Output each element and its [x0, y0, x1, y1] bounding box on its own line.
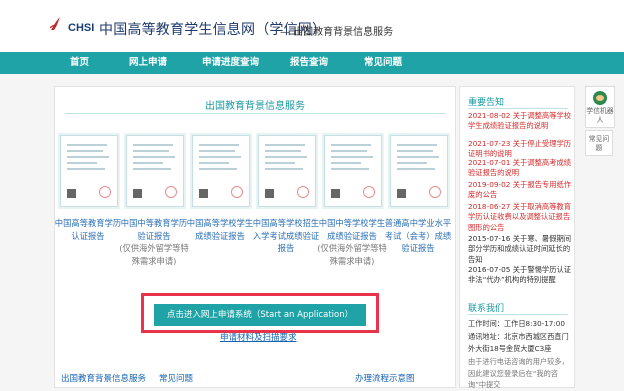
main-panel: 出国教育背景信息服务 中国高等教育学历认证报告 中国中等教育学历验证报告 (仅供… [54, 86, 456, 388]
main-nav: 首页 网上申请 申请进度查询 报告查询 常见问题 [0, 52, 624, 74]
nav-item-apply[interactable]: 网上申请 [129, 52, 167, 74]
logo-text: CHSI [68, 22, 95, 34]
report-note: (仅供海外留学等特殊需求申请) [119, 243, 189, 266]
chsi-logo-icon[interactable] [48, 14, 64, 32]
chatbot-widget[interactable]: 学信机器人 [585, 86, 615, 128]
nav-item-progress[interactable]: 申请进度查询 [202, 52, 259, 74]
news-item[interactable]: 2021-08-02 关于调整高等学校学生成绩验证报告的说明 [468, 111, 572, 132]
nav-item-home[interactable]: 首页 [70, 52, 89, 74]
report-thumbnail[interactable] [324, 135, 382, 207]
contact-heading: 联系我们 [468, 304, 505, 314]
report-thumbnail[interactable] [258, 135, 316, 207]
news-item[interactable]: 2015-07-16 关于寒、暑假期间部分学历和成绩认证时间延长的告知 [468, 234, 572, 265]
news-heading: 重要告知 [468, 98, 505, 108]
start-application-button[interactable]: 点击进入网上申请系统（Start an Application） [154, 304, 366, 326]
robot-avatar-icon [593, 91, 607, 105]
contact-hours: 工作时间：工作日8:30-17:00 [468, 319, 565, 328]
news-item[interactable]: 2018-06-27 关于取消高等教育学历认证收费以及调整认证报告图形的公告 [468, 202, 572, 233]
footer-link-faq[interactable]: 常见问题 [159, 372, 193, 384]
divider [468, 314, 568, 315]
divider [65, 113, 445, 114]
news-item[interactable]: 2019-09-02 关于报告专用纸作废的公告 [468, 180, 572, 201]
requirements-link[interactable]: 申请材料及扫描要求 [220, 331, 297, 343]
report-thumbnail[interactable] [390, 135, 448, 207]
cta-highlight-box: 点击进入网上申请系统（Start an Application） [141, 293, 379, 333]
divider [468, 108, 568, 109]
sidebar: 重要告知 2021-08-02 关于调整高等学校学生成绩验证报告的说明 2021… [459, 86, 575, 389]
report-link[interactable]: 中国中等教育学历验证报告 (仅供海外留学等特殊需求申请) [118, 217, 190, 267]
nav-item-faq[interactable]: 常见问题 [364, 52, 402, 74]
footer-link-process[interactable]: 办理流程示意图 [355, 372, 415, 384]
report-note: (仅供海外留学等特殊需求申请) [317, 243, 387, 266]
contact-note: 由于进行电话咨询的用户较多，因此建议您登录后在“我的咨询”中提交 [468, 357, 569, 389]
chatbot-label: 学信机器人 [586, 107, 614, 124]
contact-address: 通讯地址：北京市西城区西直门外大街18号金贸大厦C3座 [468, 332, 569, 353]
report-label[interactable]: 中国中等学校学生成绩验证报告 [319, 218, 385, 241]
report-link[interactable]: 中国中等学校学生成绩验证报告 (仅供海外留学等特殊需求申请) [316, 217, 388, 267]
faq-widget[interactable]: 常见问题 [585, 130, 613, 156]
news-item[interactable]: 2021-07-01 关于调整高考成绩验证报告的说明 [468, 158, 572, 179]
report-thumbnail[interactable] [60, 135, 118, 207]
report-thumbnail[interactable] [192, 135, 250, 207]
report-label[interactable]: 中国高等教育学历认证报告 [55, 218, 121, 241]
report-label[interactable]: 中国高等学校学生成绩验证报告 [187, 218, 253, 241]
report-link[interactable]: 普通高中学业水平考试（会考）成绩验证报告 [382, 217, 454, 255]
report-thumbnail[interactable] [126, 135, 184, 207]
report-link[interactable]: 中国高等学校学生成绩验证报告 [184, 217, 256, 242]
nav-item-report-query[interactable]: 报告查询 [290, 52, 328, 74]
news-item[interactable]: 2016-07-05 关于警惕学历认证非法“代办”机构的特别提醒 [468, 265, 572, 286]
report-link[interactable]: 中国高等教育学历认证报告 [52, 217, 124, 242]
panel-title: 出国教育背景信息服务 [205, 101, 305, 112]
report-label[interactable]: 中国高等学校招生入学考试成绩验证报告 [253, 218, 319, 253]
site-subtitle: — 出国教育背景信息服务 [280, 27, 394, 38]
report-label[interactable]: 普通高中学业水平考试（会考）成绩验证报告 [385, 218, 451, 253]
report-link[interactable]: 中国高等学校招生入学考试成绩验证报告 [250, 217, 322, 255]
report-label[interactable]: 中国中等教育学历验证报告 [121, 218, 187, 241]
footer-link-service[interactable]: 出国教育背景信息服务 [61, 372, 146, 384]
news-item[interactable]: 2021-07-23 关于停止受理学历证明书的说明 [468, 139, 572, 160]
site-header: CHSI 中国高等教育学生信息网（学信网） — 出国教育背景信息服务 [0, 0, 624, 52]
